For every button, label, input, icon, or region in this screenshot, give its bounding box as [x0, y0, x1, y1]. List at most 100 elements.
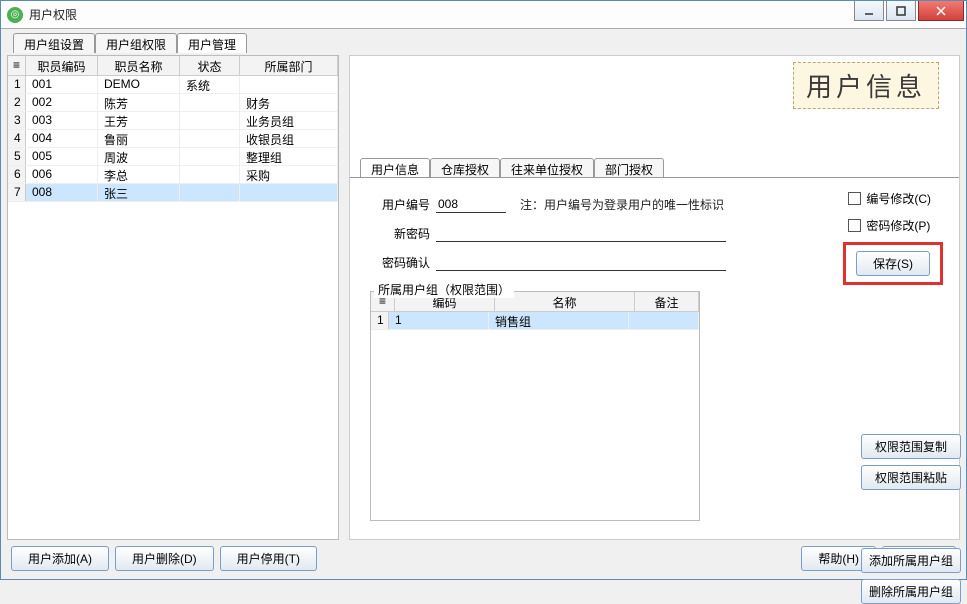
row-index: 5 [8, 148, 26, 165]
right-inner: 用户信息 用户信息 仓库授权 往来单位授权 部门授权 编号修改(C) 密码修改(… [349, 55, 960, 540]
table-row[interactable]: 2002陈芳 财务 [8, 94, 338, 112]
col-header-code[interactable]: 职员编码 [26, 56, 98, 75]
table-row[interactable]: 3003王芳业务员组 [8, 112, 338, 130]
save-button[interactable]: 保存(S) [856, 251, 930, 276]
cell-code: 006 [26, 166, 98, 183]
subtab-user-info[interactable]: 用户信息 [360, 158, 430, 178]
cell-name: 陈芳 [98, 94, 180, 111]
cell-name: 周波 [98, 148, 180, 165]
subtab-warehouse[interactable]: 仓库授权 [430, 158, 500, 178]
row-selector-head: ≡ [8, 56, 26, 75]
tab-user-mgmt[interactable]: 用户管理 [177, 33, 247, 53]
row-index: 1 [371, 312, 389, 329]
group-col-name[interactable]: 名称 [495, 292, 635, 311]
tab-group-perms[interactable]: 用户组权限 [95, 33, 177, 53]
main-content: ≡ 职员编码 职员名称 状态 所属部门 1001DEMO系统2002陈芳财务30… [7, 55, 960, 540]
table-row[interactable]: 5005周波 整理组 [8, 148, 338, 166]
row-index: 6 [8, 166, 26, 183]
cell-name: DEMO [98, 76, 180, 93]
btn-add-group[interactable]: 添加所属用户组 [861, 548, 961, 573]
btn-user-del[interactable]: 用户删除(D) [115, 546, 214, 571]
row-index: 7 [8, 184, 26, 201]
group-grid-body[interactable]: 11销售组 [371, 312, 699, 520]
row-index: 1 [8, 76, 26, 93]
subtab-dept[interactable]: 部门授权 [594, 158, 664, 178]
group-col-note[interactable]: 备注 [635, 292, 699, 311]
save-highlight: 保存(S) [843, 242, 943, 285]
title-bar: ◎ 用户权限 [1, 1, 966, 29]
table-row[interactable]: 6006李总 采购 [8, 166, 338, 184]
employee-grid-body[interactable]: 1001DEMO系统2002陈芳财务3003王芳业务员组4004鲁丽收银员组50… [8, 76, 338, 539]
label-new-pwd: 新密码 [370, 225, 430, 242]
cell-state: 系统 [180, 76, 240, 93]
minimize-button[interactable] [854, 1, 884, 21]
employee-grid-panel: ≡ 职员编码 职员名称 状态 所属部门 1001DEMO系统2002陈芳财务30… [7, 55, 339, 540]
top-tabs: 用户组设置 用户组权限 用户管理 [13, 33, 960, 53]
input-user-code[interactable] [436, 196, 506, 213]
cell-state [180, 130, 240, 147]
employee-grid-header: ≡ 职员编码 职员名称 状态 所属部门 [8, 56, 338, 76]
btn-copy-scope[interactable]: 权限范围复制 [861, 434, 961, 459]
tab-group-settings[interactable]: 用户组设置 [13, 33, 95, 53]
col-header-dept[interactable]: 所属部门 [240, 56, 338, 75]
cell-state [180, 94, 240, 111]
input-confirm-pwd[interactable] [436, 254, 726, 271]
cell-name: 鲁丽 [98, 130, 180, 147]
cell-state [180, 112, 240, 129]
bottom-bar: 用户添加(A) 用户删除(D) 用户停用(T) 帮助(H) 返回(X) [7, 540, 960, 573]
subtab-partner[interactable]: 往来单位授权 [500, 158, 594, 178]
subtab-body: 编号修改(C) 密码修改(P) 保存(S) 用户编号 注：用户编号为登录用户的唯… [350, 177, 959, 539]
row-index: 4 [8, 130, 26, 147]
cell-state [180, 166, 240, 183]
table-row[interactable]: 7008张三 [8, 184, 338, 202]
cell-name: 李总 [98, 166, 180, 183]
cell-code: 002 [26, 94, 98, 111]
cell-dept [240, 184, 338, 201]
row-index: 3 [8, 112, 26, 129]
checkbox-box-icon [848, 192, 861, 205]
btn-del-group[interactable]: 删除所属用户组 [861, 579, 961, 604]
body: 用户组设置 用户组权限 用户管理 ≡ 职员编码 职员名称 状态 所属部门 100… [1, 29, 966, 579]
banner-area: 用户信息 [350, 56, 959, 158]
cell-code: 003 [26, 112, 98, 129]
checkbox-pwd-edit-label: 密码修改(P) [866, 217, 930, 234]
label-confirm-pwd: 密码确认 [370, 254, 430, 271]
btn-user-add[interactable]: 用户添加(A) [11, 546, 109, 571]
note-user-code: 注：用户编号为登录用户的唯一性标识 [520, 196, 724, 213]
right-panel: 用户信息 用户信息 仓库授权 往来单位授权 部门授权 编号修改(C) 密码修改(… [349, 55, 960, 540]
cell-code: 004 [26, 130, 98, 147]
cell-code: 005 [26, 148, 98, 165]
cell-code: 008 [26, 184, 98, 201]
btn-user-stop[interactable]: 用户停用(T) [220, 546, 317, 571]
table-row[interactable]: 1001DEMO系统 [8, 76, 338, 94]
cell-dept: 采购 [240, 166, 338, 183]
cell-note [629, 312, 699, 329]
app-window: ◎ 用户权限 用户组设置 用户组权限 用户管理 ≡ 职员编码 职员名称 状态 所… [0, 0, 967, 580]
cell-state [180, 148, 240, 165]
btn-paste-scope[interactable]: 权限范围粘贴 [861, 465, 961, 490]
window-controls [852, 1, 964, 21]
row-index: 2 [8, 94, 26, 111]
sub-tabs: 用户信息 仓库授权 往来单位授权 部门授权 [360, 158, 959, 178]
checkbox-code-edit[interactable]: 编号修改(C) [848, 190, 931, 207]
input-new-pwd[interactable] [436, 225, 726, 242]
cell-name: 张三 [98, 184, 180, 201]
checkbox-pwd-edit[interactable]: 密码修改(P) [848, 217, 931, 234]
maximize-button[interactable] [886, 1, 916, 21]
group-legend: 所属用户组（权限范围） [374, 281, 514, 298]
cell-code: 001 [26, 76, 98, 93]
group-grid: ≡ 编码 名称 备注 11销售组 [370, 291, 700, 521]
cell-name: 销售组 [489, 312, 629, 329]
cell-dept: 整理组 [240, 148, 338, 165]
app-icon: ◎ [7, 7, 23, 23]
side-buttons: 权限范围复制 权限范围粘贴 添加所属用户组 删除所属用户组 [851, 434, 961, 604]
cell-dept: 财务 [240, 94, 338, 111]
col-header-name[interactable]: 职员名称 [98, 56, 180, 75]
col-header-state[interactable]: 状态 [180, 56, 240, 75]
table-row[interactable]: 11销售组 [371, 312, 699, 330]
cell-state [180, 184, 240, 201]
close-button[interactable] [918, 1, 964, 21]
banner-title: 用户信息 [793, 62, 939, 109]
cell-dept: 收银员组 [240, 130, 338, 147]
table-row[interactable]: 4004鲁丽 收银员组 [8, 130, 338, 148]
